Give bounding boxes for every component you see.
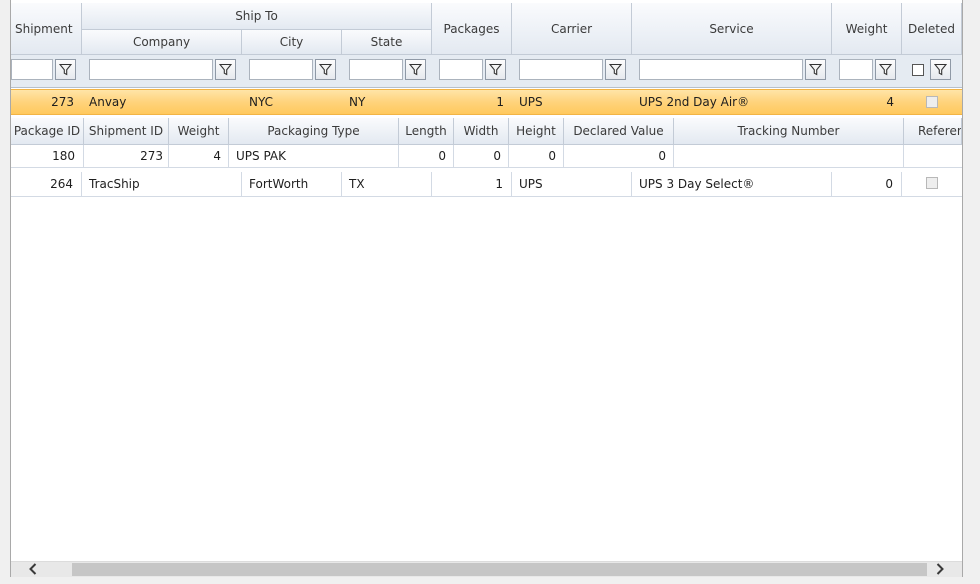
detail-cell-width: 0 xyxy=(454,145,509,167)
filter-button-weight[interactable] xyxy=(875,59,896,80)
filter-input-service[interactable] xyxy=(639,59,803,80)
detail-cell-weight: 4 xyxy=(169,145,229,167)
detail-cell-packaging-type: UPS PAK xyxy=(229,145,399,167)
column-header-deleted[interactable]: Deleted xyxy=(902,3,962,55)
filter-button-packages[interactable] xyxy=(485,59,506,80)
detail-cell-height: 0 xyxy=(509,145,564,167)
cell-carrier: UPS xyxy=(519,95,543,109)
filter-input-city[interactable] xyxy=(249,59,313,80)
chevron-right-icon xyxy=(936,563,944,575)
detail-header-declared-value[interactable]: Declared Value xyxy=(564,118,674,145)
cell-service: UPS 3 Day Select® xyxy=(632,172,832,196)
column-header-company[interactable]: Company xyxy=(82,30,242,55)
filter-button-city[interactable] xyxy=(315,59,336,80)
funnel-icon xyxy=(219,63,232,76)
scrollbar-thumb[interactable] xyxy=(72,563,927,576)
funnel-icon xyxy=(489,63,502,76)
detail-cell-length: 0 xyxy=(399,145,454,167)
cell-weight: 4 xyxy=(886,95,894,109)
column-header-service[interactable]: Service xyxy=(632,3,832,55)
detail-header-tracking-number[interactable]: Tracking Number xyxy=(674,118,904,145)
filter-input-weight[interactable] xyxy=(839,59,873,80)
filter-button-deleted[interactable] xyxy=(930,59,951,80)
cell-packages: 1 xyxy=(496,95,504,109)
detail-header-weight[interactable]: Weight xyxy=(169,118,229,145)
grid-bottom-border xyxy=(0,577,980,584)
column-header-packages[interactable]: Packages xyxy=(432,3,512,55)
filter-input-packages[interactable] xyxy=(439,59,483,80)
filter-input-carrier[interactable] xyxy=(519,59,603,80)
detail-header-height[interactable]: Height xyxy=(509,118,564,145)
funnel-icon xyxy=(409,63,422,76)
funnel-icon xyxy=(934,63,947,76)
cell-carrier: UPS xyxy=(512,172,632,196)
cell-city: FortWorth xyxy=(242,172,342,196)
filter-input-state[interactable] xyxy=(349,59,403,80)
detail-header-package-id[interactable]: Package ID xyxy=(11,118,84,145)
deleted-checkbox[interactable] xyxy=(926,177,938,189)
grid-left-border xyxy=(0,0,11,584)
funnel-icon xyxy=(809,63,822,76)
column-header-city[interactable]: City xyxy=(242,30,342,55)
detail-cell-declared-value: 0 xyxy=(564,145,674,167)
funnel-icon xyxy=(609,63,622,76)
funnel-icon xyxy=(879,63,892,76)
scroll-left-button[interactable] xyxy=(18,561,48,577)
chevron-left-icon xyxy=(29,563,37,575)
filter-button-company[interactable] xyxy=(215,59,236,80)
cell-shipment: 273 xyxy=(51,95,74,109)
cell-company: TracShip xyxy=(82,172,242,196)
cell-shipment: 264 xyxy=(11,172,82,196)
filter-button-shipment[interactable] xyxy=(55,59,76,80)
column-header-carrier[interactable]: Carrier xyxy=(512,3,632,55)
cell-company: Anvay xyxy=(89,95,127,109)
filter-input-company[interactable] xyxy=(89,59,213,80)
funnel-icon xyxy=(319,63,332,76)
scroll-right-button[interactable] xyxy=(925,561,955,577)
cell-state: TX xyxy=(342,172,432,196)
filter-checkbox-deleted[interactable] xyxy=(912,64,924,76)
column-header-weight[interactable]: Weight xyxy=(832,3,902,55)
cell-weight: 0 xyxy=(832,172,902,196)
deleted-checkbox[interactable] xyxy=(926,96,938,108)
cell-packages: 1 xyxy=(432,172,512,196)
detail-header-length[interactable]: Length xyxy=(399,118,454,145)
column-header-state[interactable]: State xyxy=(342,30,432,55)
detail-header-width[interactable]: Width xyxy=(454,118,509,145)
detail-cell-package-id: 180 xyxy=(11,145,84,167)
cell-state: NY xyxy=(349,95,366,109)
filter-input-shipment[interactable] xyxy=(11,59,53,80)
detail-header-reference[interactable]: Referen xyxy=(904,118,962,145)
filter-button-state[interactable] xyxy=(405,59,426,80)
funnel-icon xyxy=(59,63,72,76)
detail-cell-tracking-number xyxy=(674,145,904,167)
filter-button-carrier[interactable] xyxy=(605,59,626,80)
detail-header-shipment-id[interactable]: Shipment ID xyxy=(84,118,169,145)
column-group-ship-to: Ship To xyxy=(82,3,432,30)
detail-header-packaging-type[interactable]: Packaging Type xyxy=(229,118,399,145)
detail-cell-shipment-id: 273 xyxy=(84,145,169,167)
column-header-shipment[interactable]: Shipment xyxy=(11,3,82,55)
cell-service: UPS 2nd Day Air® xyxy=(639,95,750,109)
grid-right-border xyxy=(962,0,980,584)
detail-cell-reference xyxy=(904,145,962,167)
filter-button-service[interactable] xyxy=(805,59,826,80)
cell-city: NYC xyxy=(249,95,274,109)
